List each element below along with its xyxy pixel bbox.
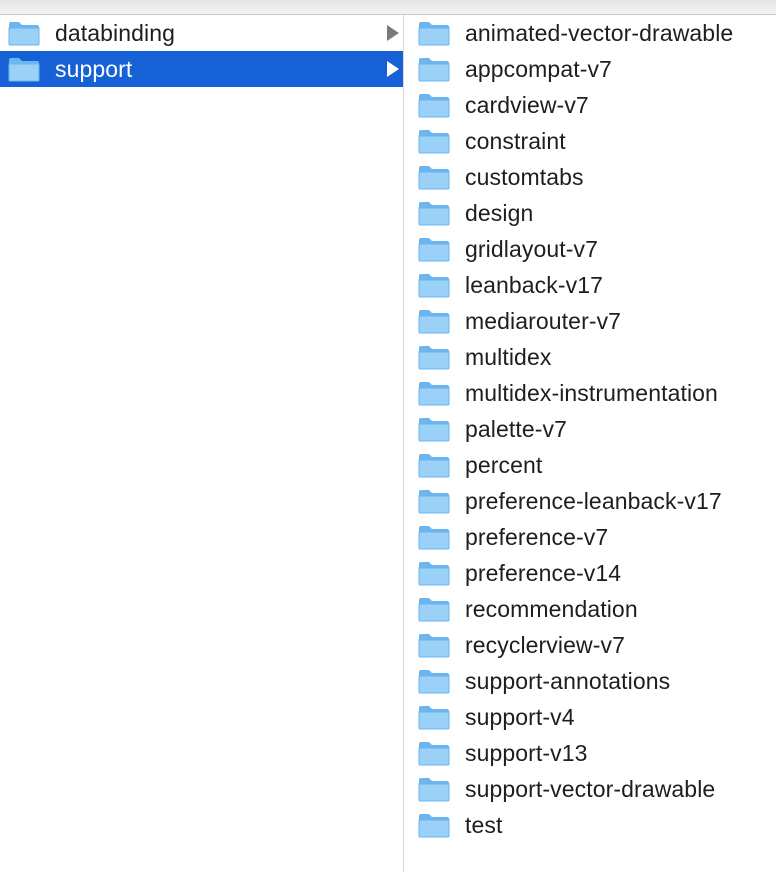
folder-row[interactable]: support-v13 <box>404 735 776 771</box>
folder-label: test <box>465 811 503 838</box>
folder-icon <box>418 238 450 262</box>
folder-row[interactable]: multidex <box>404 339 776 375</box>
folder-row[interactable]: preference-v14 <box>404 555 776 591</box>
folder-icon <box>418 310 450 334</box>
folder-label: cardview-v7 <box>465 91 589 118</box>
folder-label: preference-leanback-v17 <box>465 487 722 514</box>
folder-label: databinding <box>55 19 176 46</box>
folder-icon <box>418 526 450 550</box>
folder-icon <box>418 670 450 694</box>
folder-icon <box>418 598 450 622</box>
folder-row[interactable]: constraint <box>404 123 776 159</box>
folder-row[interactable]: customtabs <box>404 159 776 195</box>
folder-label: palette-v7 <box>465 415 568 442</box>
folder-label: support-vector-drawable <box>465 775 716 802</box>
folder-icon <box>418 58 450 82</box>
column-1[interactable]: databinding support <box>0 15 404 872</box>
folder-icon <box>418 382 450 406</box>
folder-label: percent <box>465 451 543 478</box>
folder-label: design <box>465 199 534 226</box>
folder-label: mediarouter-v7 <box>465 307 622 334</box>
folder-row[interactable]: test <box>404 807 776 843</box>
folder-row[interactable]: support-v4 <box>404 699 776 735</box>
folder-row[interactable]: preference-leanback-v17 <box>404 483 776 519</box>
folder-label: preference-v7 <box>465 523 609 550</box>
folder-row-support[interactable]: support <box>0 51 403 87</box>
folder-label: support <box>55 55 133 82</box>
folder-label: customtabs <box>465 163 584 190</box>
folder-icon <box>418 814 450 838</box>
folder-icon <box>418 778 450 802</box>
folder-row[interactable]: percent <box>404 447 776 483</box>
disclosure-arrow-icon <box>387 61 399 77</box>
folder-icon <box>418 562 450 586</box>
folder-row[interactable]: recommendation <box>404 591 776 627</box>
folder-label: multidex <box>465 343 552 370</box>
disclosure-arrow-icon <box>387 25 399 41</box>
folder-label: support-v4 <box>465 703 575 730</box>
folder-label: gridlayout-v7 <box>465 235 598 262</box>
folder-row[interactable]: mediarouter-v7 <box>404 303 776 339</box>
folder-row[interactable]: palette-v7 <box>404 411 776 447</box>
folder-row[interactable]: animated-vector-drawable <box>404 15 776 51</box>
folder-icon <box>418 706 450 730</box>
folder-row[interactable]: cardview-v7 <box>404 87 776 123</box>
folder-icon <box>418 454 450 478</box>
folder-icon <box>8 58 40 82</box>
folder-row[interactable]: multidex-instrumentation <box>404 375 776 411</box>
folder-row[interactable]: preference-v7 <box>404 519 776 555</box>
folder-row-databinding[interactable]: databinding <box>0 15 403 51</box>
folder-label: preference-v14 <box>465 559 622 586</box>
folder-row[interactable]: support-vector-drawable <box>404 771 776 807</box>
window-top-edge <box>0 0 776 15</box>
folder-label: appcompat-v7 <box>465 55 612 82</box>
folder-label: leanback-v17 <box>465 271 604 298</box>
folder-label: recyclerview-v7 <box>465 631 625 658</box>
folder-label: animated-vector-drawable <box>465 19 734 46</box>
folder-icon <box>418 634 450 658</box>
folder-label: recommendation <box>465 595 638 622</box>
folder-icon <box>418 130 450 154</box>
folder-icon <box>418 490 450 514</box>
folder-row[interactable]: gridlayout-v7 <box>404 231 776 267</box>
folder-icon <box>418 22 450 46</box>
folder-row[interactable]: design <box>404 195 776 231</box>
folder-row[interactable]: support-annotations <box>404 663 776 699</box>
folder-icon <box>418 166 450 190</box>
folder-icon <box>418 94 450 118</box>
folder-icon <box>418 346 450 370</box>
folder-label: support-v13 <box>465 739 588 766</box>
folder-label: support-annotations <box>465 667 671 694</box>
folder-row[interactable]: appcompat-v7 <box>404 51 776 87</box>
finder-column-browser: databinding support animated-vector-draw… <box>0 0 776 872</box>
column-2[interactable]: animated-vector-drawable appcompat-v7 ca… <box>404 15 776 872</box>
folder-row[interactable]: leanback-v17 <box>404 267 776 303</box>
folder-icon <box>418 202 450 226</box>
folder-icon <box>418 742 450 766</box>
folder-label: multidex-instrumentation <box>465 379 718 406</box>
folder-row[interactable]: recyclerview-v7 <box>404 627 776 663</box>
folder-label: constraint <box>465 127 566 154</box>
folder-icon <box>418 418 450 442</box>
folder-icon <box>8 22 40 46</box>
folder-icon <box>418 274 450 298</box>
